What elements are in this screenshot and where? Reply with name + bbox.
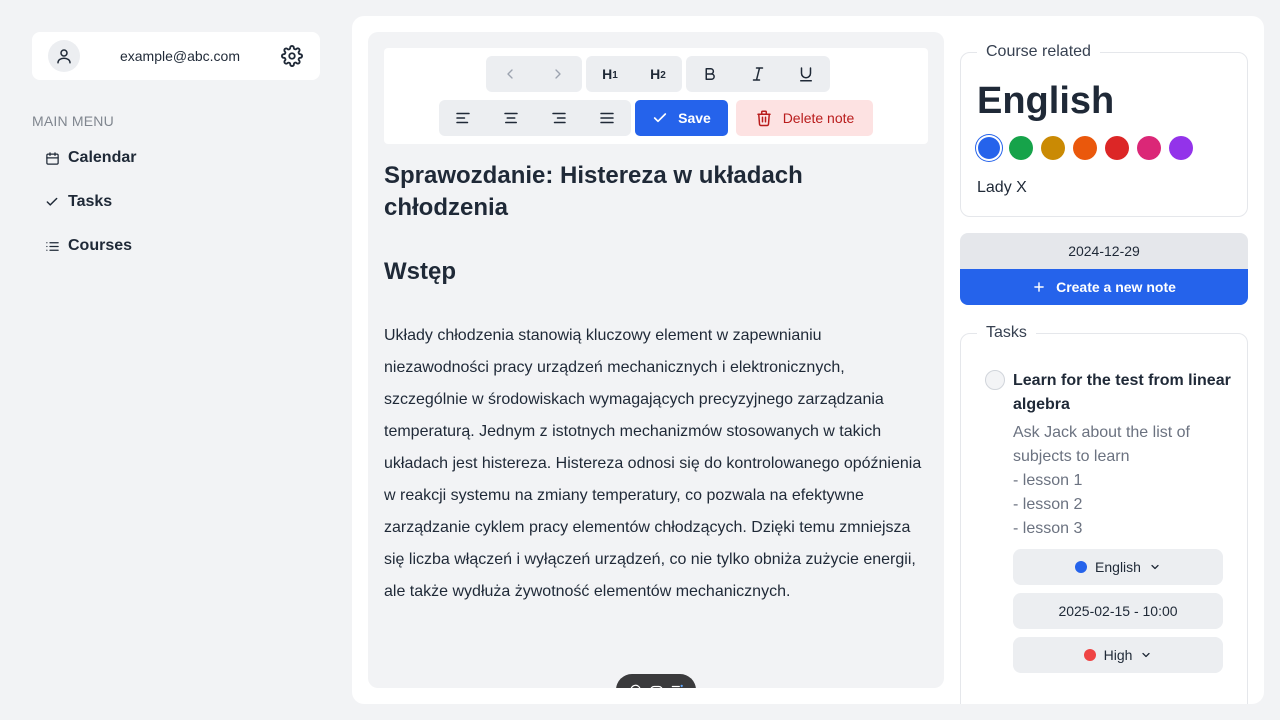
align-justify-button[interactable]	[583, 100, 631, 136]
main-menu-title: MAIN MENU	[32, 113, 114, 129]
task-checkbox[interactable]	[985, 370, 1005, 390]
redo-button[interactable]	[534, 56, 582, 92]
course-related-panel: Course related English Lady X	[960, 43, 1248, 217]
align-right-icon	[552, 112, 566, 124]
plus-icon	[1034, 282, 1044, 292]
calendar-icon	[44, 150, 60, 166]
priority-color-dot	[1083, 649, 1096, 661]
italic-icon	[752, 67, 764, 81]
course-color-dot	[1075, 561, 1088, 573]
color-swatches	[977, 136, 1201, 160]
save-button[interactable]: Save	[635, 100, 728, 136]
task-course-select[interactable]: English	[1013, 549, 1223, 585]
task-title: Learn for the test from linear algebra	[1013, 372, 1231, 413]
color-swatch-pink[interactable]	[1137, 136, 1161, 160]
task-course-label: English	[1095, 559, 1141, 575]
task-priority-label: High	[1103, 647, 1133, 663]
underline-button[interactable]	[782, 56, 830, 92]
sidebar-item-tasks[interactable]: Tasks	[44, 184, 136, 220]
main-menu: Calendar Tasks Courses	[44, 140, 136, 272]
note-paragraph: Układy chłodzenia stanowią kluczowy elem…	[384, 327, 922, 600]
course-name: English	[977, 80, 1115, 122]
course-legend: Course related	[977, 43, 1100, 61]
gear-icon[interactable]	[280, 44, 304, 68]
sidebar-item-label: Tasks	[68, 193, 113, 210]
save-button-label: Save	[678, 110, 711, 126]
note-date[interactable]: 2024-12-29	[960, 233, 1248, 269]
chevron-down-icon	[1140, 649, 1152, 661]
align-justify-icon	[600, 112, 614, 124]
chevron-right-icon	[555, 69, 561, 79]
user-email: example@abc.com	[119, 48, 241, 64]
main-panel: H1 H2 Save Delete note Sprawozdanie: His…	[352, 16, 1264, 704]
heading-1-button[interactable]: H1	[586, 56, 634, 92]
undo-button[interactable]	[486, 56, 534, 92]
align-right-button[interactable]	[535, 100, 583, 136]
task-description: Ask Jack about the list of subjects to l…	[1013, 424, 1190, 537]
color-swatch-green[interactable]	[1009, 136, 1033, 160]
delete-button-label: Delete note	[782, 110, 855, 126]
note-heading: Wstęp	[384, 258, 456, 285]
bold-button[interactable]	[686, 56, 734, 92]
menu-icon[interactable]	[670, 683, 684, 688]
check-icon	[44, 194, 60, 210]
sidebar-item-label: Courses	[68, 237, 133, 254]
note-title: Sprawozdanie: Histereza w układach chłod…	[384, 162, 803, 221]
sidebar-item-label: Calendar	[68, 149, 137, 166]
list-icon	[44, 238, 60, 254]
color-swatch-blue[interactable]	[978, 137, 1000, 159]
user-icon[interactable]	[48, 40, 80, 72]
user-card: example@abc.com	[32, 32, 320, 80]
align-center-icon	[504, 112, 518, 124]
check-icon	[653, 113, 667, 123]
underline-icon	[800, 67, 812, 82]
editor-toolbar: H1 H2 Save Delete note	[384, 48, 928, 144]
tasks-panel: Tasks Learn for the test from linear alg…	[960, 324, 1248, 704]
note-content[interactable]: Sprawozdanie: Histereza w układach chłod…	[384, 160, 928, 608]
sidebar-item-calendar[interactable]: Calendar	[44, 140, 136, 176]
bold-icon	[705, 68, 715, 80]
create-note-label: Create a new note	[1056, 279, 1176, 295]
toggle-icon[interactable]	[649, 683, 664, 688]
color-swatch-orange[interactable]	[1073, 136, 1097, 160]
heading-group: H1 H2	[586, 56, 682, 92]
task-priority-select[interactable]: High	[1013, 637, 1223, 673]
trash-icon	[756, 110, 771, 127]
align-left-button[interactable]	[439, 100, 487, 136]
align-group	[439, 100, 631, 136]
comment-icon[interactable]	[628, 683, 642, 688]
heading-2-button[interactable]: H2	[634, 56, 682, 92]
color-swatch-red[interactable]	[1105, 136, 1129, 160]
sidebar-item-courses[interactable]: Courses	[44, 228, 136, 264]
floating-toolbar	[616, 674, 696, 688]
chevron-left-icon	[507, 69, 513, 79]
chevron-down-icon	[1149, 561, 1161, 573]
tasks-legend: Tasks	[977, 324, 1036, 342]
delete-note-button[interactable]: Delete note	[736, 100, 873, 136]
italic-button[interactable]	[734, 56, 782, 92]
create-note-button[interactable]: Create a new note	[960, 269, 1248, 305]
align-center-button[interactable]	[487, 100, 535, 136]
course-teacher: Lady X	[977, 179, 1027, 196]
format-group	[686, 56, 830, 92]
color-swatch-purple[interactable]	[1169, 136, 1193, 160]
note-editor: H1 H2 Save Delete note Sprawozdanie: His…	[368, 32, 944, 688]
color-swatch-yellow[interactable]	[1041, 136, 1065, 160]
align-left-icon	[456, 112, 470, 124]
task-due-date[interactable]: 2025-02-15 - 10:00	[1013, 593, 1223, 629]
history-group	[486, 56, 582, 92]
task-due-label: 2025-02-15 - 10:00	[1058, 603, 1178, 619]
